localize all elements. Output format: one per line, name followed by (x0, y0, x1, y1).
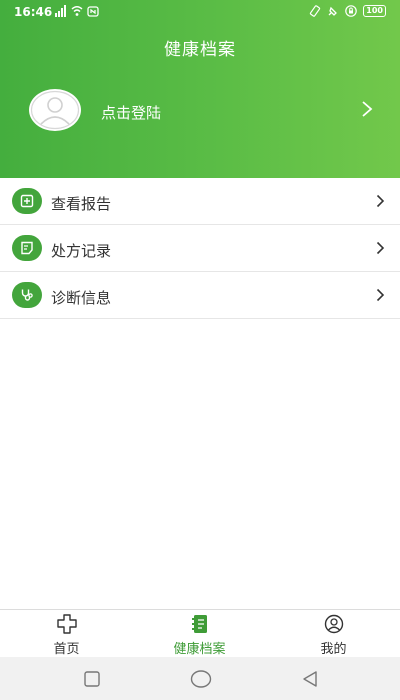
tab-home[interactable]: 首页 (0, 610, 133, 658)
prescription-icon (12, 235, 42, 261)
profile-icon (324, 614, 343, 634)
stethoscope-icon (12, 282, 42, 308)
back-triangle-icon[interactable] (300, 669, 320, 689)
lock-icon (345, 5, 358, 17)
status-time: 16:46 (14, 5, 53, 19)
signal-icon (55, 5, 66, 17)
tab-label: 健康档案 (173, 642, 226, 657)
status-bar: 16:46 100 (0, 0, 400, 24)
menu-item-report[interactable]: 查看报告 (0, 178, 400, 225)
tab-health-records[interactable]: 健康档案 (133, 610, 266, 658)
menu-label: 处方记录 (51, 242, 112, 260)
menu-item-prescription[interactable]: 处方记录 (0, 225, 400, 272)
square-icon[interactable] (82, 669, 102, 689)
header: 16:46 100 健康档案 点击登陆 (0, 0, 400, 178)
avatar[interactable] (28, 88, 82, 132)
menu-list: 查看报告 处方记录 诊断信息 (0, 178, 400, 319)
chevron-right-icon (376, 288, 385, 302)
tab-label: 首页 (53, 642, 80, 657)
system-nav-bar (0, 657, 400, 700)
menu-label: 查看报告 (51, 195, 112, 213)
login-row[interactable]: 点击登陆 (0, 88, 400, 138)
menu-item-diagnosis[interactable]: 诊断信息 (0, 272, 400, 319)
alarm-icon (328, 6, 338, 16)
tab-label: 我的 (320, 642, 347, 657)
chevron-right-icon (376, 194, 385, 208)
tab-profile[interactable]: 我的 (267, 610, 400, 658)
nfc-icon (87, 6, 99, 17)
page-title: 健康档案 (164, 40, 236, 60)
wifi-icon (71, 6, 83, 16)
vibrate-icon (310, 5, 321, 17)
battery-indicator: 100 (363, 5, 386, 17)
chevron-right-icon (376, 241, 385, 255)
home-cross-icon (56, 614, 77, 634)
menu-label: 诊断信息 (51, 289, 112, 307)
bottom-tab-bar: 首页 健康档案 我的 (0, 609, 400, 657)
circle-icon[interactable] (190, 669, 212, 689)
user-avatar-icon (29, 89, 81, 131)
notebook-icon (191, 615, 207, 633)
login-link[interactable]: 点击登陆 (101, 102, 161, 123)
status-left-icons (55, 5, 99, 17)
status-right-icons: 100 (309, 5, 386, 17)
chevron-right-icon (362, 101, 373, 117)
report-icon (12, 188, 42, 214)
